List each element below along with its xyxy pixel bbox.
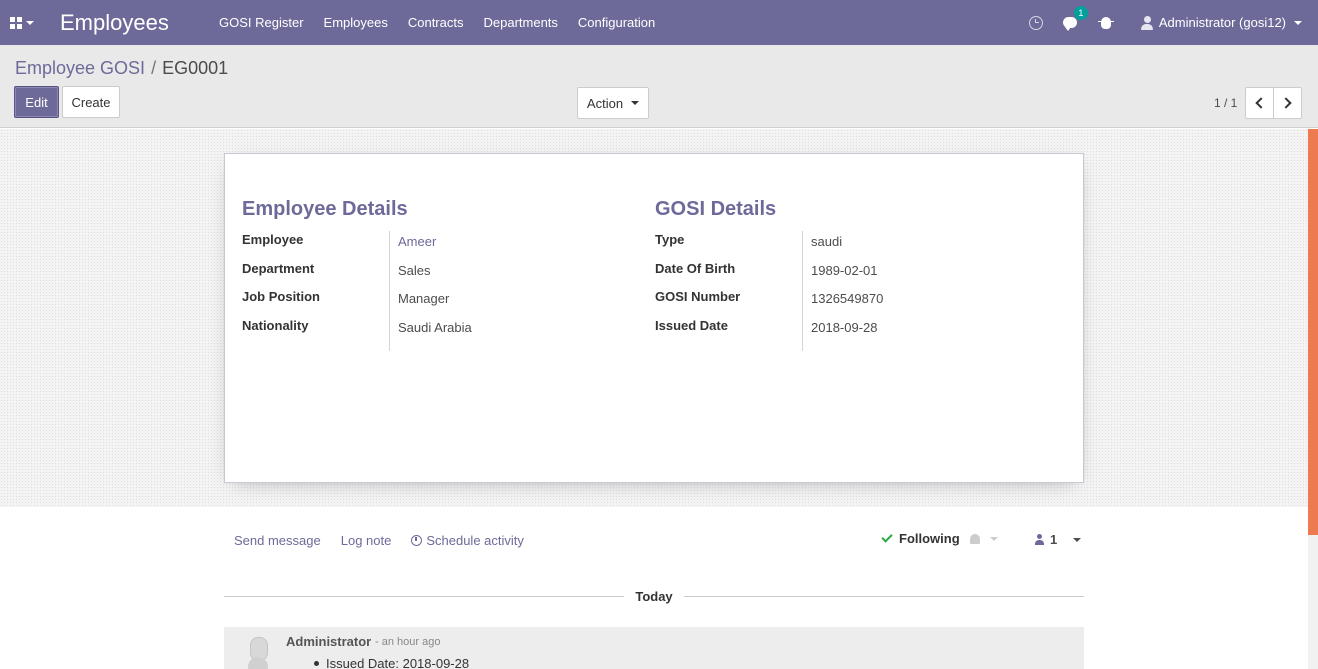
field-label: Type bbox=[655, 231, 803, 260]
field-label: Date Of Birth bbox=[655, 259, 803, 289]
apps-menu-toggle[interactable] bbox=[0, 0, 44, 45]
employee-details-group: Employee Details Employee Ameer Departme… bbox=[242, 198, 472, 352]
top-navbar: Employees GOSI Register Employees Contra… bbox=[0, 0, 1318, 45]
message-time: - an hour ago bbox=[375, 636, 441, 648]
field-label: Department bbox=[242, 259, 390, 289]
menu-item-contracts[interactable]: Contracts bbox=[398, 0, 474, 45]
avatar[interactable] bbox=[248, 637, 268, 669]
clock-icon bbox=[411, 535, 423, 546]
pager-previous-button[interactable] bbox=[1245, 87, 1274, 119]
chevron-right-icon bbox=[1280, 97, 1292, 109]
following-label: Following bbox=[899, 531, 960, 546]
menu-item-configuration[interactable]: Configuration bbox=[568, 0, 665, 45]
field-job-position: Job Position Manager bbox=[242, 288, 472, 318]
caret-down-icon bbox=[631, 101, 640, 105]
field-label: GOSI Number bbox=[655, 288, 803, 318]
field-nationality: Nationality Saudi Arabia bbox=[242, 317, 472, 352]
gosi-details-title: GOSI Details bbox=[655, 198, 777, 220]
control-panel: Employee GOSI / EG0001 Edit Create Action … bbox=[0, 45, 1318, 128]
following-button[interactable]: Following bbox=[881, 531, 998, 546]
chatter-topbar: Send message Log note Schedule activity bbox=[234, 533, 524, 548]
message-author[interactable]: Administrator bbox=[286, 634, 371, 649]
field-value: Sales bbox=[398, 262, 431, 278]
employee-link[interactable]: Ameer bbox=[390, 231, 436, 260]
bullet-icon bbox=[314, 661, 319, 666]
breadcrumb-parent-link[interactable]: Employee GOSI bbox=[15, 58, 145, 78]
message-tracking-line: Issued Date: 2018-09-28 bbox=[314, 656, 469, 669]
date-separator-label: Today bbox=[635, 589, 673, 604]
check-icon bbox=[881, 531, 893, 543]
field-department: Department Sales bbox=[242, 259, 472, 289]
breadcrumb: Employee GOSI / EG0001 bbox=[15, 58, 228, 79]
log-note-button[interactable]: Log note bbox=[341, 533, 392, 548]
field-type: Type saudi bbox=[655, 231, 883, 260]
field-employee: Employee Ameer bbox=[242, 231, 472, 260]
chat-icon bbox=[1062, 17, 1077, 31]
menu-item-employees[interactable]: Employees bbox=[314, 0, 398, 45]
user-name: Administrator (gosi12) bbox=[1158, 15, 1286, 30]
caret-down-icon bbox=[1073, 537, 1082, 542]
field-label: Job Position bbox=[242, 288, 390, 318]
field-value: 1326549870 bbox=[811, 291, 884, 307]
menu-item-departments[interactable]: Departments bbox=[473, 0, 567, 45]
person-icon bbox=[1035, 534, 1044, 545]
main-menu: GOSI Register Employees Contracts Depart… bbox=[209, 0, 665, 45]
caret-down-icon[interactable] bbox=[989, 536, 998, 541]
employee-details-title: Employee Details bbox=[242, 198, 408, 220]
pager-value[interactable]: 1 / 1 bbox=[1214, 96, 1237, 110]
field-value: Saudi Arabia bbox=[398, 320, 472, 336]
activities-button[interactable] bbox=[1019, 0, 1053, 45]
field-value: Manager bbox=[398, 291, 450, 307]
chatter-message: Administrator - an hour ago Issued Date:… bbox=[224, 627, 1084, 669]
followers-dropdown[interactable]: 1 bbox=[1035, 532, 1082, 547]
chat-counter-badge: 1 bbox=[1073, 6, 1088, 20]
field-label: Employee bbox=[242, 231, 390, 260]
field-issued-date: Issued Date 2018-09-28 bbox=[655, 317, 883, 352]
breadcrumb-current: EG0001 bbox=[162, 58, 229, 78]
schedule-activity-label: Schedule activity bbox=[426, 533, 524, 548]
action-label: Action bbox=[586, 95, 624, 111]
field-label: Nationality bbox=[242, 317, 390, 352]
user-icon bbox=[1140, 15, 1153, 30]
systray: 1 Administrator (gosi12) bbox=[1019, 0, 1318, 45]
date-separator: Today bbox=[224, 589, 1085, 604]
caret-down-icon bbox=[1294, 20, 1302, 25]
edit-button[interactable]: Edit bbox=[14, 86, 59, 118]
app-title: Employees bbox=[60, 9, 169, 35]
create-button[interactable]: Create bbox=[62, 86, 120, 118]
caret-down-icon bbox=[26, 20, 34, 25]
field-date-of-birth: Date Of Birth 1989-02-01 bbox=[655, 259, 883, 289]
send-message-button[interactable]: Send message bbox=[234, 533, 321, 548]
breadcrumb-separator: / bbox=[151, 58, 157, 78]
bell-icon[interactable] bbox=[969, 533, 980, 544]
bug-icon bbox=[1097, 16, 1114, 29]
schedule-activity-button[interactable]: Schedule activity bbox=[411, 533, 524, 548]
separator-line bbox=[683, 596, 1085, 597]
field-label: Issued Date bbox=[655, 317, 803, 352]
field-value: 1989-02-01 bbox=[811, 262, 878, 278]
gosi-details-group: GOSI Details Type saudi Date Of Birth 19… bbox=[655, 198, 884, 352]
field-gosi-number: GOSI Number 1326549870 bbox=[655, 288, 884, 318]
form-sheet: Employee Details Employee Ameer Departme… bbox=[224, 153, 1084, 483]
debug-button[interactable] bbox=[1093, 0, 1131, 45]
chevron-left-icon bbox=[1255, 97, 1267, 109]
menu-item-gosi-register[interactable]: GOSI Register bbox=[209, 0, 314, 45]
pager-next-button[interactable] bbox=[1273, 87, 1302, 119]
clock-icon bbox=[1028, 15, 1043, 30]
field-value: saudi bbox=[811, 234, 843, 249]
action-dropdown[interactable]: Action bbox=[577, 87, 649, 119]
separator-line bbox=[224, 596, 625, 597]
messaging-button[interactable]: 1 bbox=[1053, 0, 1093, 45]
message-tracking-text: Issued Date: 2018-09-28 bbox=[326, 656, 470, 669]
apps-grid-icon bbox=[10, 16, 22, 29]
user-menu[interactable]: Administrator (gosi12) bbox=[1131, 0, 1318, 45]
scrollbar[interactable] bbox=[1308, 129, 1318, 669]
scrollbar-thumb[interactable] bbox=[1308, 129, 1318, 535]
field-value: 2018-09-28 bbox=[811, 320, 878, 336]
followers-count: 1 bbox=[1050, 532, 1058, 547]
